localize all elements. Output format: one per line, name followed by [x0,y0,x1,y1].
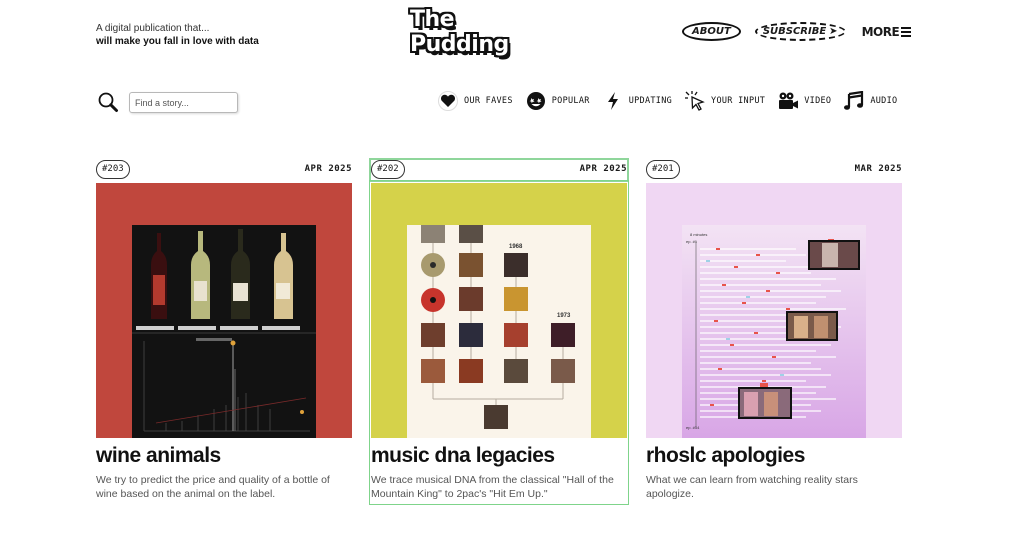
story-thumbnail[interactable] [96,183,352,438]
filter-label: UPDATING [628,96,673,106]
cursor-click-icon [684,90,706,112]
story-thumbnail[interactable]: 1968 1973 [371,183,627,438]
tagline-line-2: will make you fall in love with data [96,36,259,47]
filter-label: YOUR INPUT [711,96,766,106]
chart-label-minutes: 8 minutes [690,232,707,237]
more-menu-button[interactable]: MORE [862,25,912,39]
story-number-badge: #203 [96,160,130,179]
site-logo[interactable]: The Pudding [410,7,556,57]
filter-label: VIDEO [804,96,832,106]
chart-label-ep-54: ep. #54 [686,425,700,430]
more-label: MORE [861,24,900,39]
tagline: A digital publication that... will make … [96,22,259,48]
year-label-1973: 1973 [557,313,571,319]
star-eyes-icon [525,90,547,112]
story-title[interactable]: rhoslc apologies [646,444,805,468]
story-card-wine-animals[interactable]: #203 APR 2025 wine animals We try to pre… [96,160,352,500]
filter-our-faves[interactable]: OUR FAVES [437,90,513,112]
about-link[interactable]: ABOUT [682,22,741,41]
story-description: We trace musical DNA from the classical … [371,474,614,500]
filter-popular[interactable]: POPULAR [525,90,590,112]
search-input[interactable] [129,92,238,113]
story-thumbnail[interactable]: 8 minutes ep. #1 ep. #54 [646,183,902,438]
year-label-1968: 1968 [509,244,523,250]
video-camera-icon [777,90,799,112]
filter-video[interactable]: VIDEO [777,90,831,112]
subscribe-label: SUBSCRIBE [762,26,827,37]
story-description: We try to predict the price and quality … [96,474,330,500]
story-meta: #202 APR 2025 [371,160,627,180]
story-meta: #203 APR 2025 [96,160,352,180]
story-number-badge: #201 [646,160,680,179]
filter-label: OUR FAVES [464,96,513,106]
story-card-music-dna-legacies[interactable]: #202 APR 2025 1968 1973 music dna legaci… [369,158,629,505]
hamburger-icon [901,25,912,39]
story-description: What we can learn from watching reality … [646,474,858,500]
heart-icon [437,90,459,112]
story-title[interactable]: wine animals [96,444,221,468]
music-notes-icon [843,90,865,112]
top-nav: ABOUT SUBSCRIBE ➤ MORE [682,22,912,41]
story-card-rhoslc-apologies[interactable]: #201 MAR 2025 8 minutes ep. #1 ep. #54 r… [646,160,902,500]
story-title[interactable]: music dna legacies [371,444,555,468]
lightning-icon [602,90,624,112]
magnifier-icon[interactable] [97,91,119,113]
subscribe-link[interactable]: SUBSCRIBE ➤ [754,22,846,41]
filter-label: POPULAR [551,96,590,106]
logo-text: The Pudding [410,7,509,57]
story-meta: #201 MAR 2025 [646,160,902,180]
story-number-badge: #202 [371,160,405,179]
filter-audio[interactable]: AUDIO [843,90,897,112]
filter-your-input[interactable]: YOUR INPUT [684,90,765,112]
filter-updating[interactable]: UPDATING [602,90,672,112]
story-date: MAR 2025 [854,164,902,174]
paper-plane-icon: ➤ [829,26,838,37]
story-date: APR 2025 [579,164,627,174]
story-date: APR 2025 [304,164,352,174]
filter-bar: OUR FAVES POPULAR UPDATING YOUR INPUT VI… [437,90,897,112]
tagline-line-1: A digital publication that... [96,23,210,34]
filter-label: AUDIO [870,96,898,106]
